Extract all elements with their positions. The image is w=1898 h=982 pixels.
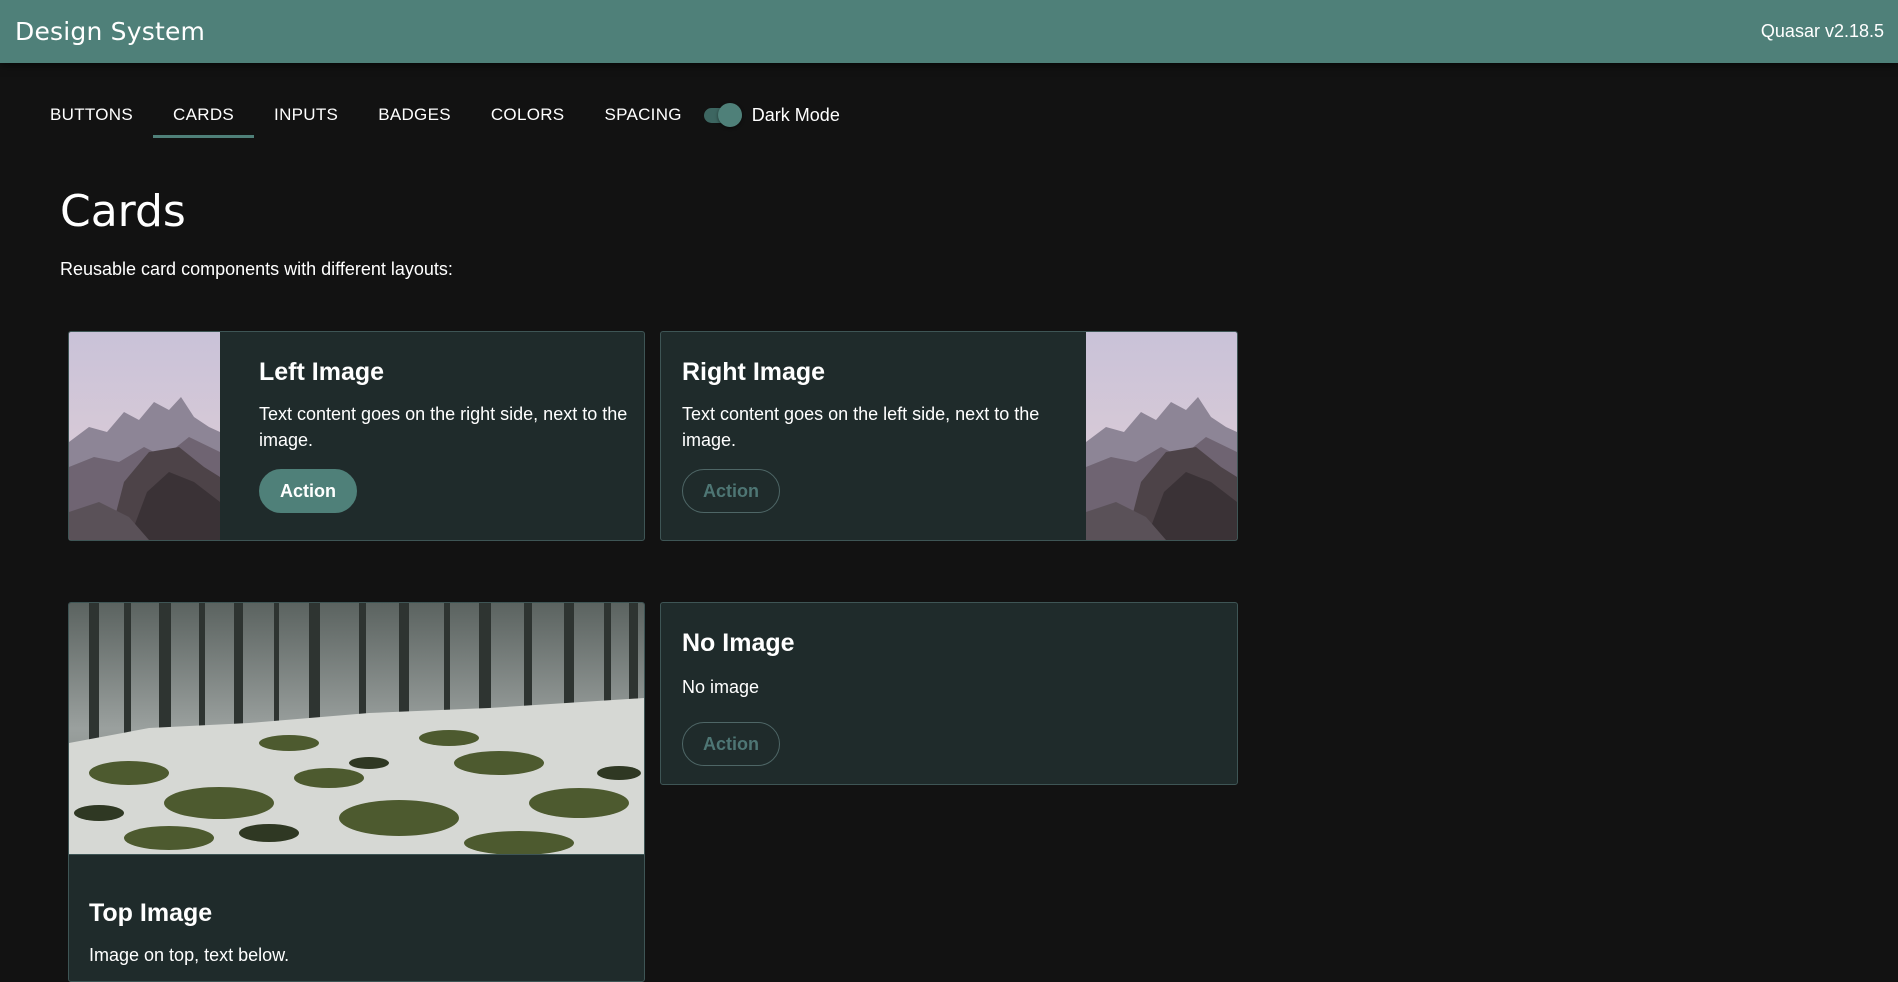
card-title: Top Image	[89, 899, 213, 927]
card-body: Left Image Text content goes on the righ…	[259, 358, 634, 513]
app-title: Design System	[15, 17, 206, 46]
card-text: Text content goes on the left side, next…	[682, 404, 1040, 450]
toggle-thumb	[717, 103, 742, 127]
card-title: No Image	[682, 629, 795, 657]
card-no-image: No Image No image Action	[660, 602, 1238, 785]
page-subtitle: Reusable card components with different …	[60, 259, 453, 279]
card-body: Top Image Image on top, text below.	[89, 899, 619, 968]
tab-cards[interactable]: CARDS	[153, 90, 255, 140]
mountain-photo-icon	[69, 332, 220, 540]
dark-mode-label: Dark Mode	[751, 104, 840, 125]
action-button[interactable]: Action	[682, 722, 780, 766]
card-left-image: Left Image Text content goes on the righ…	[68, 331, 645, 541]
tab-inputs[interactable]: INPUTS	[254, 90, 358, 140]
dark-mode-toggle[interactable]	[703, 103, 742, 127]
card-top-image: Top Image Image on top, text below.	[68, 602, 645, 982]
card-text: Text content goes on the right side, nex…	[259, 404, 628, 450]
tab-badges[interactable]: BADGES	[358, 90, 471, 140]
card-text: No image	[682, 677, 760, 697]
tab-colors[interactable]: COLORS	[471, 90, 585, 140]
tab-bar: BUTTONS CARDS INPUTS BADGES COLORS SPACI…	[30, 90, 840, 140]
card-title: Right Image	[682, 358, 826, 386]
card-right-image: Right Image Text content goes on the lef…	[660, 331, 1238, 541]
page-title: Cards	[60, 186, 186, 237]
action-button[interactable]: Action	[259, 469, 357, 513]
tab-spacing[interactable]: SPACING	[584, 90, 701, 140]
card-title: Left Image	[259, 358, 385, 386]
app-header: Design System Quasar v2.18.5	[0, 0, 1898, 63]
tab-buttons[interactable]: BUTTONS	[30, 90, 153, 140]
card-body: No Image No image Action	[682, 629, 1202, 766]
version-label: Quasar v2.18.5	[1760, 21, 1884, 41]
action-button[interactable]: Action	[682, 469, 780, 513]
card-body: Right Image Text content goes on the lef…	[682, 358, 1072, 513]
card-text: Image on top, text below.	[89, 945, 290, 965]
forest-snow-photo-icon	[69, 603, 644, 855]
mountain-photo-icon	[1086, 332, 1237, 540]
dark-mode-control: Dark Mode	[703, 90, 840, 140]
